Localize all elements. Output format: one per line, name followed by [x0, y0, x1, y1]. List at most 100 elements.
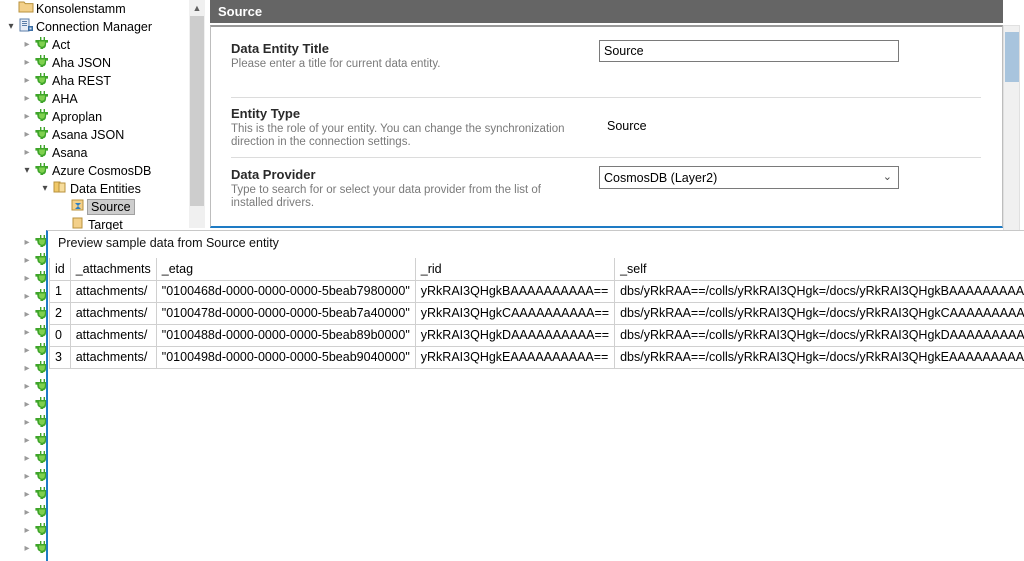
tree-vertical-scrollbar[interactable]: ▲	[189, 0, 205, 228]
sidebar-item-act[interactable]: ▸ Act	[0, 36, 205, 54]
chevron-right-icon[interactable]: ▸	[20, 414, 34, 432]
chevron-right-icon[interactable]: ▸	[20, 54, 34, 72]
chevron-right-icon[interactable]: ▸	[20, 36, 34, 54]
cell-etag[interactable]: "0100498d-0000-0000-0000-5beab9040000"	[156, 346, 415, 368]
chevron-right-icon[interactable]: ▸	[20, 540, 34, 558]
plug-icon	[34, 126, 52, 142]
sidebar-item-aha-json[interactable]: ▸Aha JSON	[0, 54, 205, 72]
cell-attachments[interactable]: attachments/	[70, 302, 156, 324]
cell-rid[interactable]: yRkRAI3QHgkDAAAAAAAAAA==	[415, 324, 614, 346]
sidebar-item-source[interactable]: Source	[0, 198, 205, 216]
cell-self[interactable]: dbs/yRkRAA==/colls/yRkRAI3QHgk=/docs/yRk…	[615, 324, 1024, 346]
sidebar-item-asana[interactable]: ▸Asana	[0, 144, 205, 162]
cell-rid[interactable]: yRkRAI3QHgkCAAAAAAAAAA==	[415, 302, 614, 324]
chevron-right-icon[interactable]: ▸	[20, 324, 34, 342]
chevron-down-icon[interactable]: ▾	[20, 162, 34, 180]
chevron-right-icon[interactable]: ▸	[20, 252, 34, 270]
chevron-right-icon[interactable]: ▸	[20, 72, 34, 90]
chevron-right-icon[interactable]: ▸	[20, 468, 34, 486]
chevron-right-icon[interactable]: ▸	[20, 90, 34, 108]
chevron-right-icon[interactable]: ▸	[20, 432, 34, 450]
chevron-right-icon[interactable]: ▸	[20, 144, 34, 162]
chevron-right-icon[interactable]: ▸	[20, 486, 34, 504]
page-title: Source	[218, 4, 262, 19]
chevron-right-icon[interactable]: ▸	[20, 504, 34, 522]
cell-attachments[interactable]: attachments/	[70, 280, 156, 302]
sidebar-item-azure-cosmosdb[interactable]: ▾ Azure CosmosDB	[0, 162, 205, 180]
chevron-down-icon[interactable]: ⌄	[883, 167, 892, 188]
sidebar-item-konsolenstamm[interactable]: Konsolenstamm	[0, 0, 205, 18]
entity-type-value: Source	[607, 119, 647, 133]
tree-item-label: Act	[52, 38, 70, 52]
cell-self[interactable]: dbs/yRkRAA==/colls/yRkRAI3QHgk=/docs/yRk…	[615, 302, 1024, 324]
chevron-right-icon[interactable]: ▸	[20, 270, 34, 288]
table-row[interactable]: 2attachments/"0100478d-0000-0000-0000-5b…	[50, 302, 1024, 324]
entity-type-section: Entity Type This is the role of your ent…	[231, 106, 581, 149]
preview-panel: Preview sample data from Source entity i…	[46, 230, 1024, 561]
column-header-rid[interactable]: _rid	[415, 258, 614, 280]
table-row[interactable]: 1attachments/"0100468d-0000-0000-0000-5b…	[50, 280, 1024, 302]
entity-type-label: Entity Type	[231, 106, 581, 121]
chevron-down-icon[interactable]: ▾	[38, 180, 52, 198]
tree-item-label: Konsolenstamm	[36, 2, 126, 16]
cell-rid[interactable]: yRkRAI3QHgkEAAAAAAAAAA==	[415, 346, 614, 368]
chevron-right-icon[interactable]: ▸	[20, 108, 34, 126]
cell-etag[interactable]: "0100478d-0000-0000-0000-5beab7a40000"	[156, 302, 415, 324]
sidebar-item-asana-json[interactable]: ▸Asana JSON	[0, 126, 205, 144]
tree-item-label: Azure CosmosDB	[52, 164, 151, 178]
sidebar-item-data-entities[interactable]: ▾Data Entities	[0, 180, 205, 198]
plug-icon	[34, 36, 52, 52]
cell-id[interactable]: 2	[50, 302, 71, 324]
chevron-right-icon[interactable]: ▸	[20, 450, 34, 468]
column-header-etag[interactable]: _etag	[156, 258, 415, 280]
chevron-right-icon[interactable]: ▸	[20, 522, 34, 540]
cell-self[interactable]: dbs/yRkRAA==/colls/yRkRAI3QHgk=/docs/yRk…	[615, 346, 1024, 368]
column-header-self[interactable]: _self	[615, 258, 1024, 280]
preview-data-grid[interactable]: id_attachments_etag_rid_self_ts 1attachm…	[49, 258, 1024, 358]
tree-item-label: Aha REST	[52, 74, 111, 88]
table-row[interactable]: 0attachments/"0100488d-0000-0000-0000-5b…	[50, 324, 1024, 346]
data-entity-title-input[interactable]: Source	[599, 40, 899, 62]
cell-self[interactable]: dbs/yRkRAA==/colls/yRkRAI3QHgk=/docs/yRk…	[615, 280, 1024, 302]
sidebar-item-aha[interactable]: ▸AHA	[0, 90, 205, 108]
sidebar-item-aproplan[interactable]: ▸Aproplan	[0, 108, 205, 126]
chevron-right-icon[interactable]: ▸	[20, 342, 34, 360]
scrollbar-thumb[interactable]	[190, 16, 204, 206]
sidebar-item-aha-rest[interactable]: ▸ Aha REST	[0, 72, 205, 90]
panel-title-bar: Source	[210, 0, 1003, 23]
data-provider-dropdown[interactable]: CosmosDB (Layer2) ⌄	[599, 166, 899, 189]
data-entity-title-value: Source	[604, 44, 644, 58]
connection-manager-icon	[18, 18, 36, 34]
cell-etag[interactable]: "0100488d-0000-0000-0000-5beab89b0000"	[156, 324, 415, 346]
source-entity-icon	[70, 198, 88, 214]
column-header-id[interactable]: id	[50, 258, 71, 280]
sidebar-item-connection-manager[interactable]: ▾Connection Manager	[0, 18, 205, 36]
chevron-down-icon[interactable]: ▾	[4, 18, 18, 36]
data-entity-title-description: Please enter a title for current data en…	[231, 58, 581, 71]
cell-id[interactable]: 0	[50, 324, 71, 346]
chevron-right-icon[interactable]: ▸	[20, 306, 34, 324]
table-header-row: id_attachments_etag_rid_self_ts	[50, 258, 1024, 280]
cell-rid[interactable]: yRkRAI3QHgkBAAAAAAAAAA==	[415, 280, 614, 302]
chevron-right-icon[interactable]: ▸	[20, 396, 34, 414]
chevron-up-icon[interactable]: ▲	[189, 0, 205, 16]
scrollbar-thumb[interactable]	[1005, 32, 1019, 82]
chevron-right-icon[interactable]: ▸	[20, 288, 34, 306]
chevron-right-icon[interactable]: ▸	[20, 234, 34, 252]
chevron-right-icon[interactable]: ▸	[20, 126, 34, 144]
cell-etag[interactable]: "0100468d-0000-0000-0000-5beab7980000"	[156, 280, 415, 302]
settings-vertical-scrollbar[interactable]	[1003, 25, 1020, 232]
cell-id[interactable]: 3	[50, 346, 71, 368]
settings-form: Data Entity Title Please enter a title f…	[210, 25, 1003, 228]
table-row[interactable]: 3attachments/"0100498d-0000-0000-0000-5b…	[50, 346, 1024, 368]
preview-panel-title: Preview sample data from Source entity	[58, 236, 279, 250]
cell-attachments[interactable]: attachments/	[70, 324, 156, 346]
cell-attachments[interactable]: attachments/	[70, 346, 156, 368]
chevron-right-icon[interactable]: ▸	[20, 378, 34, 396]
data-entity-title-label: Data Entity Title	[231, 41, 581, 56]
cell-id[interactable]: 1	[50, 280, 71, 302]
chevron-right-icon[interactable]: ▸	[20, 360, 34, 378]
column-header-attachments[interactable]: _attachments	[70, 258, 156, 280]
plug-icon	[34, 90, 52, 106]
data-provider-section: Data Provider Type to search for or sele…	[231, 167, 581, 210]
